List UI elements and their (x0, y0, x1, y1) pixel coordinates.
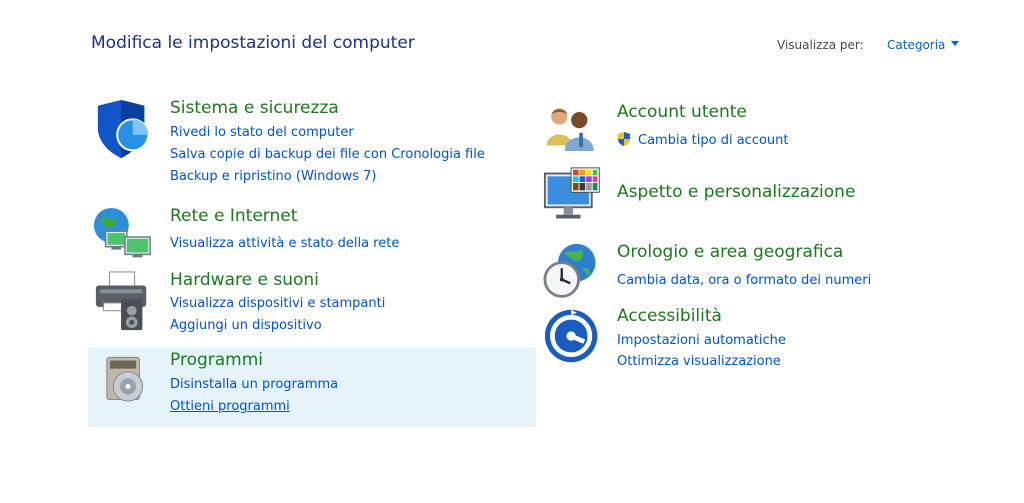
category-hardware-sound: Hardware e suoni Visualizza dispositivi … (92, 270, 532, 336)
clock-globe-icon (543, 243, 596, 298)
users-icon (546, 108, 594, 151)
shield-icon (97, 99, 150, 159)
link-get-programs[interactable]: Ottieni programmi (170, 399, 290, 414)
link-uninstall-program[interactable]: Disinstalla un programma (170, 377, 338, 392)
category-title-user-accounts[interactable]: Account utente (617, 102, 747, 122)
category-system-security: Sistema e sicurezza Rivedi lo stato del … (92, 98, 532, 188)
link-automatic-settings[interactable]: Impostazioni automatiche (617, 333, 786, 348)
link-file-history-backup[interactable]: Salva copie di backup dei file con Crono… (170, 147, 485, 162)
monitor-palette-icon (543, 167, 600, 219)
category-title-network-internet[interactable]: Rete e Internet (170, 206, 297, 226)
category-title-programs[interactable]: Programmi (170, 350, 263, 370)
category-programs: Programmi Disinstalla un programma Ottie… (92, 350, 532, 420)
category-clock-region: Orologio e area geografica Cambia data, … (543, 242, 983, 302)
link-backup-restore[interactable]: Backup e ripristino (Windows 7) (170, 169, 376, 184)
link-change-date-time-format[interactable]: Cambia data, ora o formato dei numeri (617, 273, 871, 288)
link-devices-printers[interactable]: Visualizza dispositivi e stampanti (170, 296, 385, 311)
uac-shield-icon (618, 132, 630, 146)
link-network-status[interactable]: Visualizza attività e stato della rete (170, 236, 399, 251)
view-by-label: Visualizza per: (777, 38, 864, 52)
network-globe-icon (93, 207, 151, 258)
link-optimize-display[interactable]: Ottimizza visualizzazione (617, 354, 781, 369)
category-title-appearance[interactable]: Aspetto e personalizzazione (617, 182, 855, 202)
page-title: Modifica le impostazioni del computer (91, 33, 415, 53)
view-by-dropdown[interactable]: Categoria (887, 38, 960, 52)
category-title-system-security[interactable]: Sistema e sicurezza (170, 98, 339, 118)
category-network-internet: Rete e Internet Visualizza attività e st… (92, 206, 532, 262)
link-review-computer-status[interactable]: Rivedi lo stato del computer (170, 125, 354, 140)
category-title-accessibility[interactable]: Accessibilità (617, 306, 722, 326)
category-title-hardware-sound[interactable]: Hardware e suoni (170, 270, 319, 290)
printer-speaker-icon (95, 271, 147, 331)
programs-disc-icon (106, 356, 144, 402)
caret-down-icon (951, 41, 960, 46)
link-change-account-type[interactable]: Cambia tipo di account (638, 133, 789, 148)
category-appearance: Aspetto e personalizzazione (543, 166, 983, 230)
category-accessibility: Accessibilità Impostazioni automatiche O… (543, 306, 983, 372)
category-user-accounts: Account utente Cambia tipo di account (543, 102, 983, 158)
accessibility-icon (544, 309, 598, 363)
category-title-clock-region[interactable]: Orologio e area geografica (617, 242, 843, 262)
view-by-value: Categoria (887, 38, 946, 52)
link-add-device[interactable]: Aggiungi un dispositivo (170, 318, 322, 333)
